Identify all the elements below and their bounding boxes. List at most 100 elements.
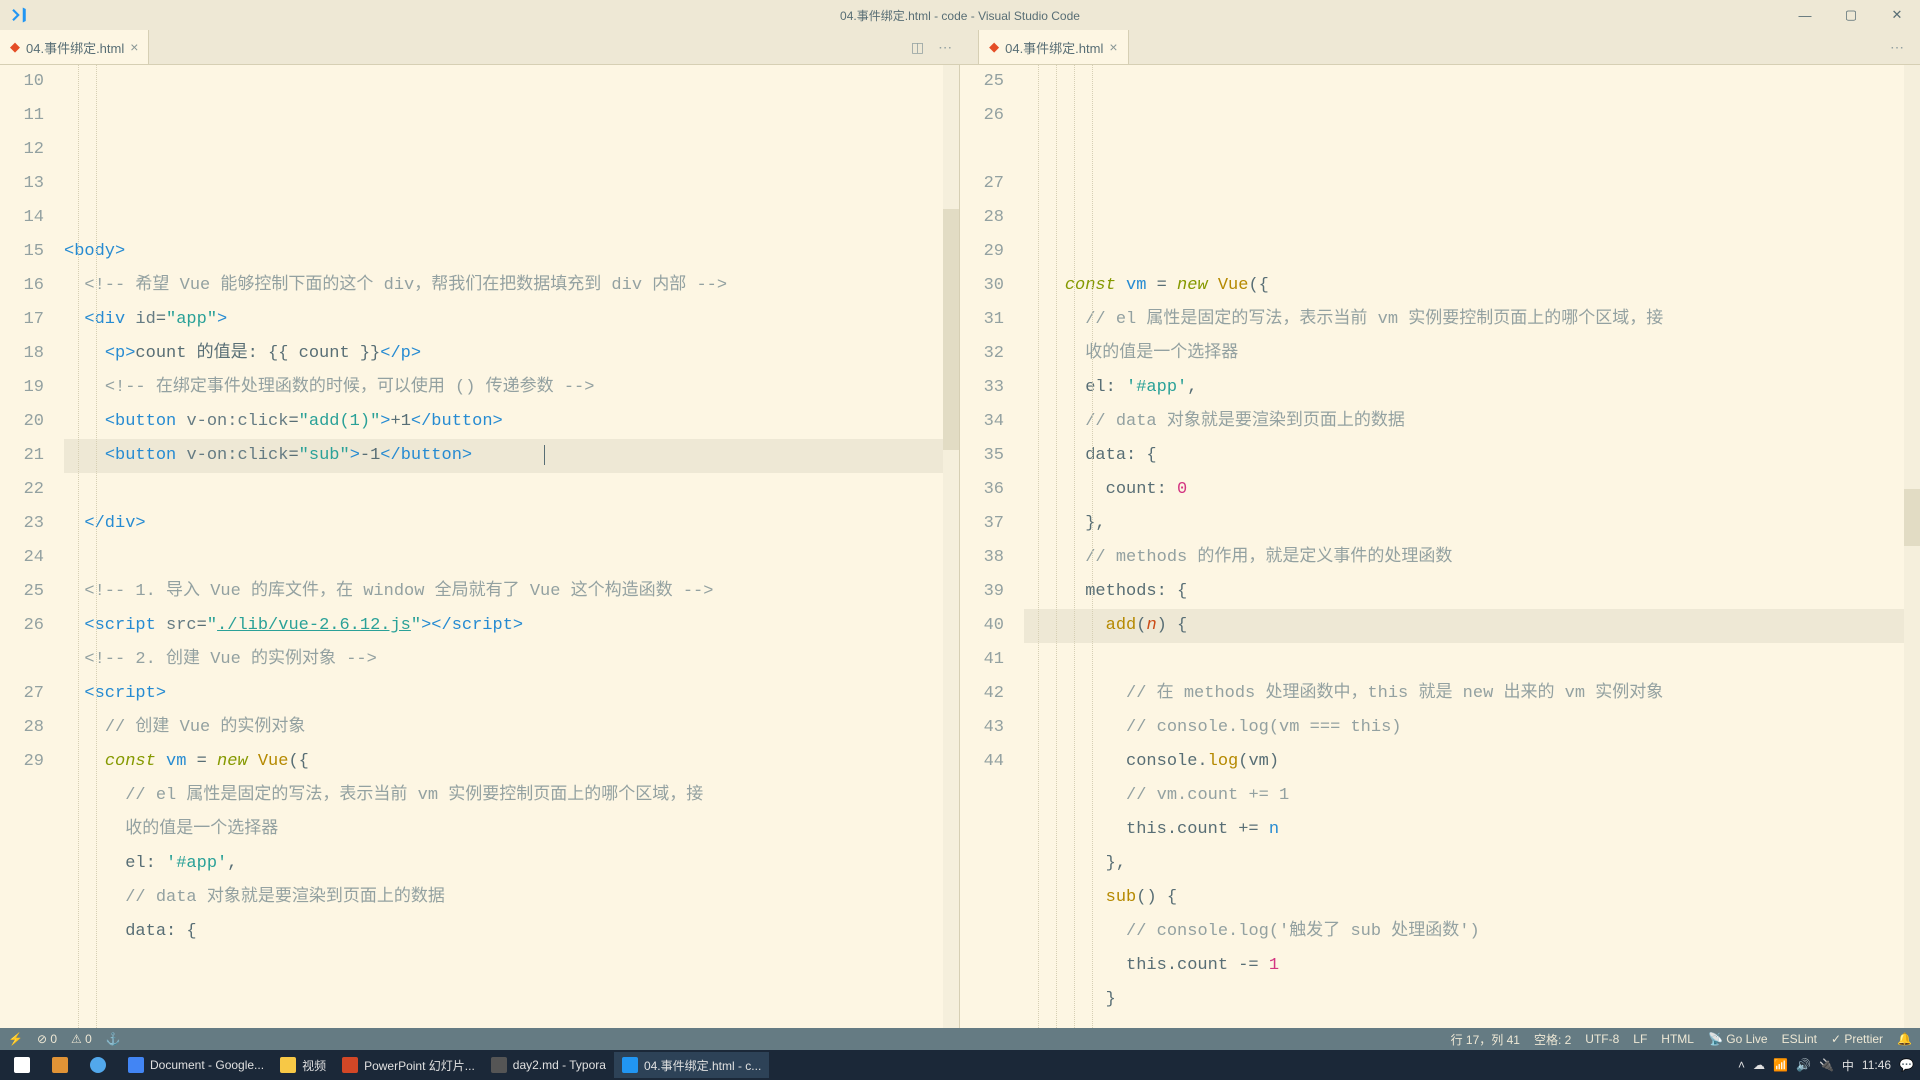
prettier-status[interactable]: ✓ Prettier (1831, 1032, 1883, 1046)
title-bar: 04.事件绑定.html - code - Visual Studio Code… (0, 0, 1920, 30)
tray-battery-icon[interactable]: 🔌 (1819, 1058, 1834, 1072)
status-bar: ⚡ ⊘ 0 ⚠ 0 ⚓ 行 17，列 41 空格: 2 UTF-8 LF HTM… (0, 1028, 1920, 1050)
taskbar-app[interactable]: PowerPoint 幻灯片... (334, 1052, 483, 1078)
code-line[interactable]: console.log(vm) (1024, 745, 1920, 779)
code-line[interactable]: const vm = new Vue({ (1024, 269, 1920, 303)
more-actions-icon[interactable]: ⋯ (938, 39, 952, 56)
tab-left[interactable]: ◆ 04.事件绑定.html × (0, 30, 149, 64)
cursor-position[interactable]: 行 17，列 41 (1451, 1031, 1520, 1048)
line-gutter: 2526 27282930313233343536373839404142434… (960, 65, 1020, 1028)
code-area[interactable]: <body> <!-- 希望 Vue 能够控制下面的这个 div，帮我们在把数据… (60, 65, 959, 1028)
code-line[interactable]: // methods 的作用，就是定义事件的处理函数 (1024, 541, 1920, 575)
code-line[interactable]: <button v-on:click="sub">-1</button> (64, 439, 959, 473)
notifications-icon[interactable]: 🔔 (1897, 1032, 1912, 1046)
code-line[interactable]: methods: { (1024, 575, 1920, 609)
split-editor-icon[interactable]: ◫ (911, 39, 924, 56)
system-tray[interactable]: ˄ ☁ 📶 🔊 🔌 中 11:46 💬 (1738, 1057, 1914, 1074)
editor-left[interactable]: 1011121314151617181920212223242526 27282… (0, 65, 960, 1028)
task-icon[interactable] (44, 1052, 76, 1078)
tray-volume-icon[interactable]: 🔊 (1796, 1058, 1811, 1072)
code-line[interactable]: count: 0 (1024, 473, 1920, 507)
windows-taskbar: Document - Google...视频PowerPoint 幻灯片...d… (0, 1050, 1920, 1080)
close-tab-icon[interactable]: × (130, 39, 138, 55)
code-line[interactable]: // 在 methods 处理函数中，this 就是 new 出来的 vm 实例… (1024, 677, 1920, 711)
code-line[interactable]: // data 对象就是要渲染到页面上的数据 (1024, 405, 1920, 439)
eol[interactable]: LF (1633, 1032, 1647, 1046)
code-line[interactable]: // console.log('触发了 sub 处理函数') (1024, 915, 1920, 949)
window-title: 04.事件绑定.html - code - Visual Studio Code (840, 7, 1080, 24)
code-line[interactable]: // vm.count += 1 (1024, 779, 1920, 813)
code-line[interactable] (64, 541, 959, 575)
taskbar-app[interactable]: Document - Google... (120, 1052, 272, 1078)
ports-icon[interactable]: ⚓ (106, 1032, 121, 1046)
code-line[interactable]: sub() { (1024, 881, 1920, 915)
code-line[interactable]: // 创建 Vue 的实例对象 (64, 711, 959, 745)
code-line[interactable]: // el 属性是固定的写法，表示当前 vm 实例要控制页面上的哪个区域，接 (1024, 303, 1920, 337)
close-tab-icon[interactable]: × (1109, 39, 1117, 55)
code-line[interactable]: <body> (64, 235, 959, 269)
taskbar-app[interactable]: day2.md - Typora (483, 1052, 614, 1078)
eslint-status[interactable]: ESLint (1782, 1032, 1817, 1046)
tray-cloud-icon[interactable]: ☁ (1753, 1058, 1765, 1072)
go-live[interactable]: 📡 Go Live (1708, 1032, 1768, 1046)
error-count[interactable]: ⊘ 0 (37, 1032, 57, 1046)
code-line[interactable]: add(n) { (1024, 609, 1920, 643)
code-line[interactable]: // data 对象就是要渲染到页面上的数据 (64, 881, 959, 915)
remote-indicator[interactable]: ⚡ (8, 1032, 23, 1046)
tab-label: 04.事件绑定.html (1005, 38, 1103, 57)
task-edge[interactable] (82, 1052, 114, 1078)
code-line[interactable]: el: '#app', (1024, 371, 1920, 405)
code-line[interactable]: // el 属性是固定的写法，表示当前 vm 实例要控制页面上的哪个区域，接 (64, 779, 959, 813)
minimap[interactable] (1904, 65, 1920, 1028)
code-line[interactable]: <p>count 的值是: {{ count }}</p> (64, 337, 959, 371)
more-actions-icon[interactable]: ⋯ (1890, 39, 1904, 56)
tab-bar: ◆ 04.事件绑定.html × ◫ ⋯ ◆ 04.事件绑定.html × ⋯ (0, 30, 1920, 65)
minimize-button[interactable]: — (1782, 0, 1828, 30)
vscode-icon (10, 6, 28, 24)
encoding[interactable]: UTF-8 (1585, 1032, 1619, 1046)
language-mode[interactable]: HTML (1661, 1032, 1694, 1046)
code-line[interactable]: data: { (1024, 439, 1920, 473)
code-line[interactable]: 收的值是一个选择器 (1024, 337, 1920, 371)
indentation[interactable]: 空格: 2 (1534, 1031, 1571, 1048)
tray-chevron-icon[interactable]: ˄ (1738, 1058, 1745, 1072)
code-line[interactable]: } (1024, 983, 1920, 1017)
warning-count[interactable]: ⚠ 0 (71, 1032, 92, 1046)
code-line[interactable]: <div id="app"> (64, 303, 959, 337)
code-line[interactable]: this.count -= 1 (1024, 949, 1920, 983)
tray-clock[interactable]: 11:46 (1862, 1058, 1891, 1072)
tray-wifi-icon[interactable]: 📶 (1773, 1058, 1788, 1072)
code-line[interactable]: </div> (64, 507, 959, 541)
code-line[interactable] (64, 201, 959, 235)
close-button[interactable]: ✕ (1874, 0, 1920, 30)
code-line[interactable]: const vm = new Vue({ (64, 745, 959, 779)
code-line[interactable]: // console.log(vm === this) (1024, 711, 1920, 745)
code-line[interactable]: <!-- 1. 导入 Vue 的库文件，在 window 全局就有了 Vue 这… (64, 575, 959, 609)
start-button[interactable] (6, 1052, 38, 1078)
code-line[interactable]: 收的值是一个选择器 (64, 813, 959, 847)
code-line[interactable]: <script> (64, 677, 959, 711)
taskbar-app[interactable]: 视频 (272, 1052, 334, 1078)
tab-label: 04.事件绑定.html (26, 38, 124, 57)
code-line[interactable]: <button v-on:click="add(1)">+1</button> (64, 405, 959, 439)
code-line[interactable]: }, (1024, 507, 1920, 541)
minimap[interactable] (943, 65, 959, 1028)
maximize-button[interactable]: ▢ (1828, 0, 1874, 30)
code-line[interactable]: <!-- 希望 Vue 能够控制下面的这个 div，帮我们在把数据填充到 div… (64, 269, 959, 303)
code-line[interactable]: data: { (64, 915, 959, 949)
code-area[interactable]: const vm = new Vue({ // el 属性是固定的写法，表示当前… (1020, 65, 1920, 1028)
code-line[interactable]: <script src="./lib/vue-2.6.12.js"></scri… (64, 609, 959, 643)
html-file-icon: ◆ (10, 39, 20, 55)
code-line[interactable]: }, (1024, 847, 1920, 881)
tray-ime-icon[interactable]: 中 (1842, 1057, 1854, 1074)
code-line[interactable]: this.count += n (1024, 813, 1920, 847)
tab-right[interactable]: ◆ 04.事件绑定.html × (978, 30, 1128, 64)
code-line[interactable]: el: '#app', (64, 847, 959, 881)
tray-notifications-icon[interactable]: 💬 (1899, 1058, 1914, 1072)
editor-right[interactable]: 2526 27282930313233343536373839404142434… (960, 65, 1920, 1028)
code-line[interactable]: <!-- 在绑定事件处理函数的时候，可以使用 () 传递参数 --> (64, 371, 959, 405)
line-gutter: 1011121314151617181920212223242526 27282… (0, 65, 60, 1028)
code-line[interactable]: <!-- 2. 创建 Vue 的实例对象 --> (64, 643, 959, 677)
html-file-icon: ◆ (989, 39, 999, 55)
taskbar-app[interactable]: 04.事件绑定.html - c... (614, 1052, 769, 1078)
